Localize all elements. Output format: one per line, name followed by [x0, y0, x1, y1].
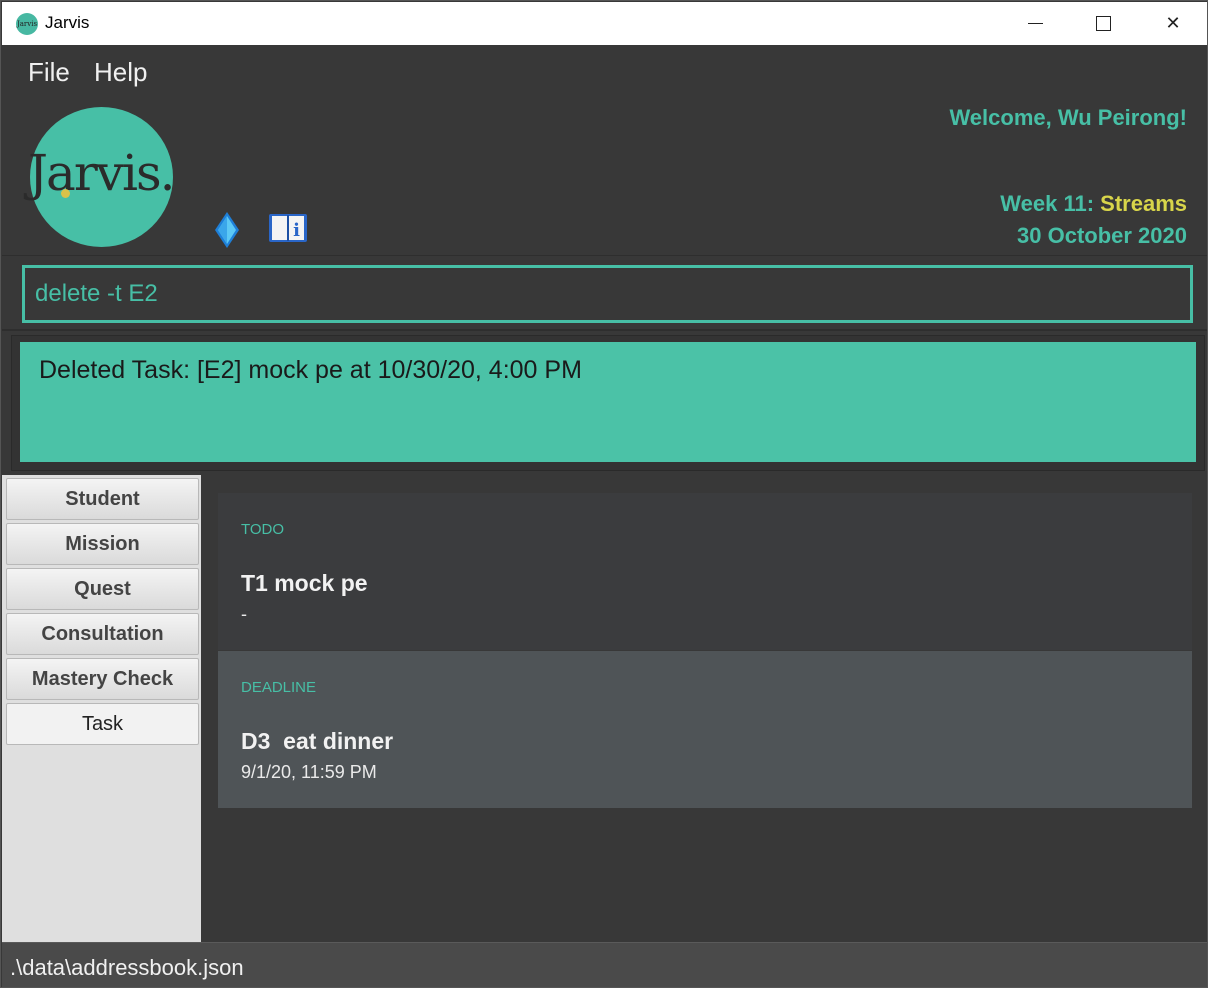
- task-title: D3 eat dinner: [241, 728, 394, 754]
- logo-text: Jarvis.: [28, 144, 176, 202]
- minimize-button[interactable]: [1012, 2, 1058, 45]
- menu-bar: File Help: [2, 45, 1207, 101]
- sidebar-item-student[interactable]: Student: [6, 478, 199, 520]
- gem-icon[interactable]: [212, 211, 242, 249]
- maximize-icon: [1096, 16, 1111, 31]
- header: Jarvis. i Welcome, Wu Peirong! Week 11: …: [2, 101, 1207, 257]
- menu-help[interactable]: Help: [94, 57, 147, 88]
- data-file-path: .\data\addressbook.json: [10, 955, 244, 980]
- app-logo-icon: Jarvis: [16, 13, 38, 35]
- result-area: Deleted Task: [E2] mock pe at 10/30/20, …: [11, 335, 1205, 471]
- sidebar-item-consultation[interactable]: Consultation: [6, 613, 199, 655]
- svg-text:i: i: [293, 220, 300, 241]
- window-title: Jarvis: [45, 13, 90, 32]
- jarvis-logo: Jarvis.: [28, 107, 176, 247]
- list-item[interactable]: TODO T1 mock pe -: [218, 493, 1192, 650]
- sidebar: Student Mission Quest Consultation Maste…: [2, 475, 201, 942]
- welcome-message: Welcome, Wu Peirong!: [949, 105, 1187, 130]
- task-title: T1 mock pe: [241, 570, 368, 596]
- title-bar[interactable]: Jarvis Jarvis ✕: [2, 2, 1207, 45]
- logo-dot: [61, 189, 70, 198]
- command-input[interactable]: [22, 265, 1193, 323]
- command-area: [2, 256, 1207, 331]
- week-prefix: Week 11:: [1000, 191, 1101, 216]
- sidebar-item-task[interactable]: Task: [6, 703, 199, 745]
- task-type: DEADLINE: [241, 679, 317, 696]
- task-detail: 9/1/20, 11:59 PM: [241, 762, 377, 782]
- status-bar: .\data\addressbook.json: [2, 942, 1207, 987]
- book-info-icon[interactable]: i: [267, 211, 309, 245]
- sidebar-item-mission[interactable]: Mission: [6, 523, 199, 565]
- result-display: Deleted Task: [E2] mock pe at 10/30/20, …: [20, 342, 1196, 462]
- minimize-icon: [1028, 23, 1043, 24]
- close-button[interactable]: ✕: [1150, 2, 1196, 45]
- task-type: TODO: [241, 521, 285, 538]
- current-date: 30 October 2020: [1017, 223, 1187, 248]
- task-list: TODO T1 mock pe - DEADLINE D3 eat dinner…: [202, 475, 1207, 942]
- sidebar-item-quest[interactable]: Quest: [6, 568, 199, 610]
- close-icon: ✕: [1165, 13, 1181, 33]
- sidebar-item-mastery-check[interactable]: Mastery Check: [6, 658, 199, 700]
- maximize-button[interactable]: [1080, 2, 1126, 45]
- app-window: Jarvis Jarvis ✕ File Help Jarvis. i Welc…: [0, 0, 1208, 988]
- list-item[interactable]: DEADLINE D3 eat dinner 9/1/20, 11:59 PM: [218, 651, 1192, 808]
- week-topic: Streams: [1100, 191, 1187, 216]
- task-detail: -: [241, 604, 247, 624]
- week-label: Week 11: Streams: [1000, 191, 1187, 217]
- menu-file[interactable]: File: [28, 57, 70, 88]
